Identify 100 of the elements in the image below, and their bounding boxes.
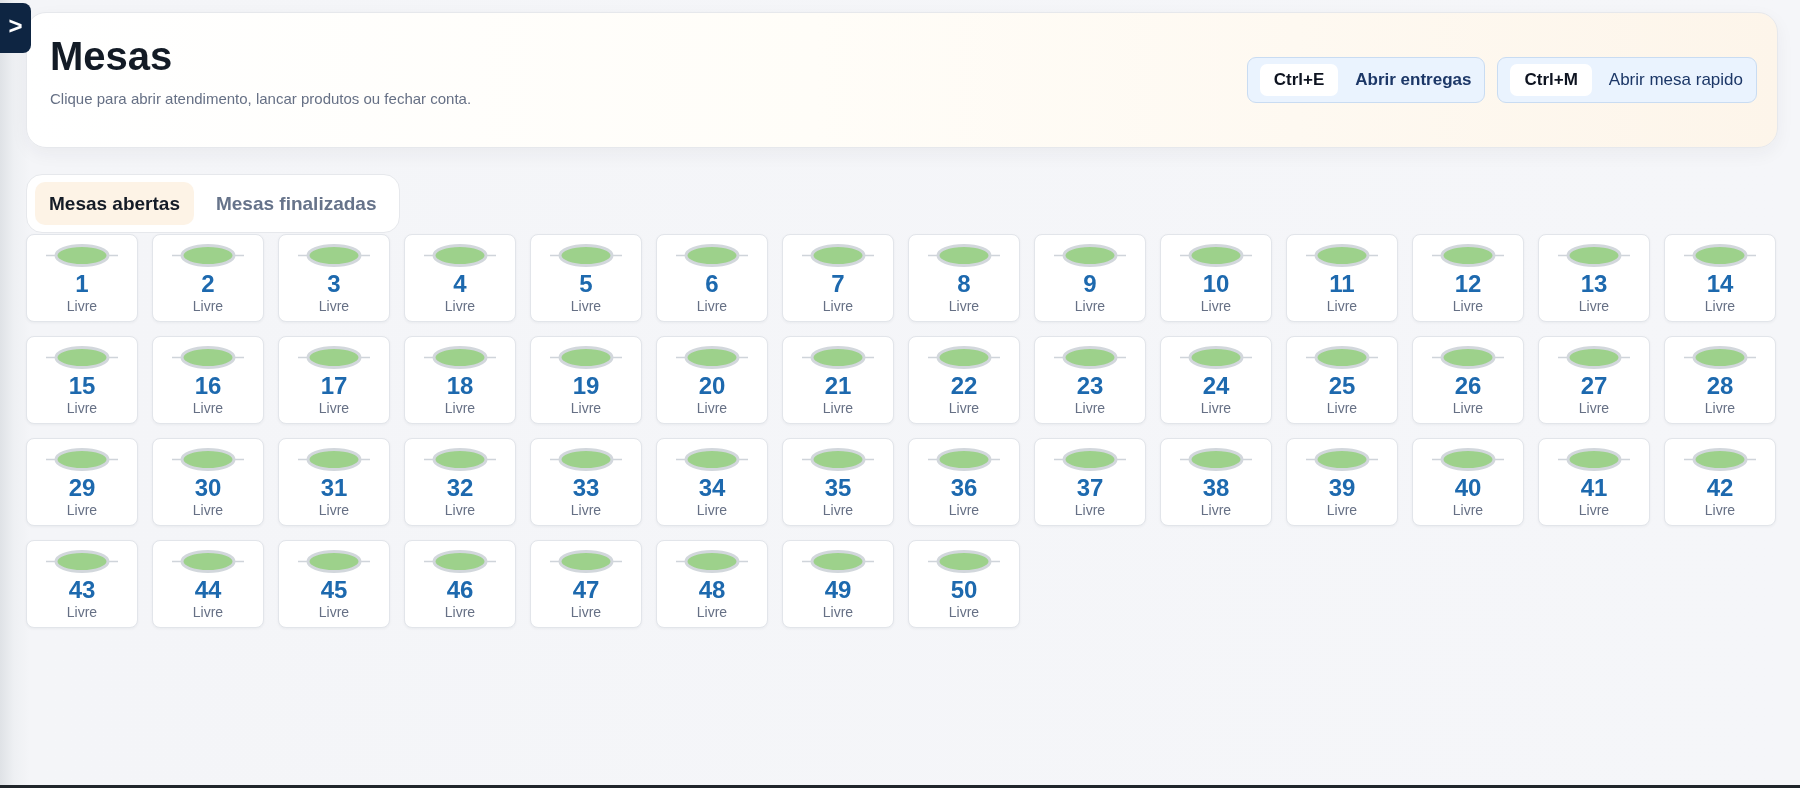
table-card[interactable]: 11 Livre: [1286, 234, 1398, 322]
table-number: 26: [1454, 372, 1482, 400]
shortcut-button[interactable]: Ctrl+M Abrir mesa rapido: [1497, 57, 1757, 103]
table-card[interactable]: 33 Livre: [530, 438, 642, 526]
table-icon: [1306, 448, 1378, 471]
table-card[interactable]: 28 Livre: [1664, 336, 1776, 424]
table-number: 36: [950, 474, 978, 502]
table-number: 35: [824, 474, 852, 502]
sidebar-toggle-button[interactable]: >: [0, 3, 31, 53]
table-card[interactable]: 30 Livre: [152, 438, 264, 526]
table-card[interactable]: 29 Livre: [26, 438, 138, 526]
table-status: Livre: [444, 604, 476, 620]
table-icon: [1558, 346, 1630, 369]
table-number: 18: [446, 372, 474, 400]
table-number: 47: [572, 576, 600, 604]
table-status: Livre: [822, 502, 854, 518]
table-card[interactable]: 23 Livre: [1034, 336, 1146, 424]
table-status: Livre: [948, 604, 980, 620]
table-icon: [424, 244, 496, 267]
table-card[interactable]: 25 Livre: [1286, 336, 1398, 424]
table-card[interactable]: 18 Livre: [404, 336, 516, 424]
table-status: Livre: [1452, 298, 1484, 314]
table-card[interactable]: 34 Livre: [656, 438, 768, 526]
table-card[interactable]: 10 Livre: [1160, 234, 1272, 322]
table-status: Livre: [1326, 400, 1358, 416]
tab[interactable]: Mesas finalizadas: [201, 182, 391, 225]
table-icon: [1684, 448, 1756, 471]
table-status: Livre: [318, 604, 350, 620]
table-card[interactable]: 16 Livre: [152, 336, 264, 424]
table-icon: [424, 346, 496, 369]
table-number: 1: [75, 270, 89, 298]
table-number: 49: [824, 576, 852, 604]
table-number: 3: [327, 270, 341, 298]
table-card[interactable]: 13 Livre: [1538, 234, 1650, 322]
table-card[interactable]: 5 Livre: [530, 234, 642, 322]
table-card[interactable]: 22 Livre: [908, 336, 1020, 424]
table-status: Livre: [66, 502, 98, 518]
table-card[interactable]: 40 Livre: [1412, 438, 1524, 526]
table-icon: [46, 346, 118, 369]
table-card[interactable]: 42 Livre: [1664, 438, 1776, 526]
table-card[interactable]: 37 Livre: [1034, 438, 1146, 526]
table-card[interactable]: 2 Livre: [152, 234, 264, 322]
table-status: Livre: [1326, 502, 1358, 518]
table-card[interactable]: 43 Livre: [26, 540, 138, 628]
table-card[interactable]: 49 Livre: [782, 540, 894, 628]
table-card[interactable]: 9 Livre: [1034, 234, 1146, 322]
table-icon: [298, 346, 370, 369]
table-card[interactable]: 26 Livre: [1412, 336, 1524, 424]
shortcut-key: Ctrl+E: [1259, 64, 1339, 96]
table-icon: [550, 550, 622, 573]
table-number: 40: [1454, 474, 1482, 502]
table-card[interactable]: 38 Livre: [1160, 438, 1272, 526]
table-card[interactable]: 46 Livre: [404, 540, 516, 628]
table-card[interactable]: 8 Livre: [908, 234, 1020, 322]
table-card[interactable]: 21 Livre: [782, 336, 894, 424]
table-card[interactable]: 20 Livre: [656, 336, 768, 424]
table-card[interactable]: 47 Livre: [530, 540, 642, 628]
table-number: 48: [698, 576, 726, 604]
table-icon: [172, 244, 244, 267]
table-card[interactable]: 1 Livre: [26, 234, 138, 322]
table-card[interactable]: 44 Livre: [152, 540, 264, 628]
tab[interactable]: Mesas abertas: [35, 182, 194, 225]
table-icon: [928, 550, 1000, 573]
table-icon: [172, 448, 244, 471]
table-card[interactable]: 31 Livre: [278, 438, 390, 526]
table-number: 19: [572, 372, 600, 400]
table-icon: [46, 550, 118, 573]
table-number: 28: [1706, 372, 1734, 400]
table-card[interactable]: 27 Livre: [1538, 336, 1650, 424]
table-number: 9: [1083, 270, 1097, 298]
table-number: 30: [194, 474, 222, 502]
table-status: Livre: [1200, 502, 1232, 518]
table-card[interactable]: 24 Livre: [1160, 336, 1272, 424]
table-card[interactable]: 39 Livre: [1286, 438, 1398, 526]
table-status: Livre: [192, 400, 224, 416]
table-card[interactable]: 45 Livre: [278, 540, 390, 628]
table-icon: [424, 448, 496, 471]
table-status: Livre: [444, 502, 476, 518]
table-card[interactable]: 36 Livre: [908, 438, 1020, 526]
table-card[interactable]: 6 Livre: [656, 234, 768, 322]
table-status: Livre: [822, 298, 854, 314]
table-card[interactable]: 41 Livre: [1538, 438, 1650, 526]
table-card[interactable]: 19 Livre: [530, 336, 642, 424]
table-card[interactable]: 4 Livre: [404, 234, 516, 322]
table-card[interactable]: 50 Livre: [908, 540, 1020, 628]
table-icon: [46, 244, 118, 267]
shortcut-button[interactable]: Ctrl+E Abrir entregas: [1246, 57, 1486, 103]
table-card[interactable]: 3 Livre: [278, 234, 390, 322]
table-card[interactable]: 14 Livre: [1664, 234, 1776, 322]
table-card[interactable]: 17 Livre: [278, 336, 390, 424]
table-card[interactable]: 15 Livre: [26, 336, 138, 424]
table-status: Livre: [192, 604, 224, 620]
table-card[interactable]: 35 Livre: [782, 438, 894, 526]
table-card[interactable]: 7 Livre: [782, 234, 894, 322]
table-card[interactable]: 32 Livre: [404, 438, 516, 526]
table-card[interactable]: 12 Livre: [1412, 234, 1524, 322]
table-number: 10: [1202, 270, 1230, 298]
table-status: Livre: [570, 604, 602, 620]
table-card[interactable]: 48 Livre: [656, 540, 768, 628]
table-icon: [928, 448, 1000, 471]
